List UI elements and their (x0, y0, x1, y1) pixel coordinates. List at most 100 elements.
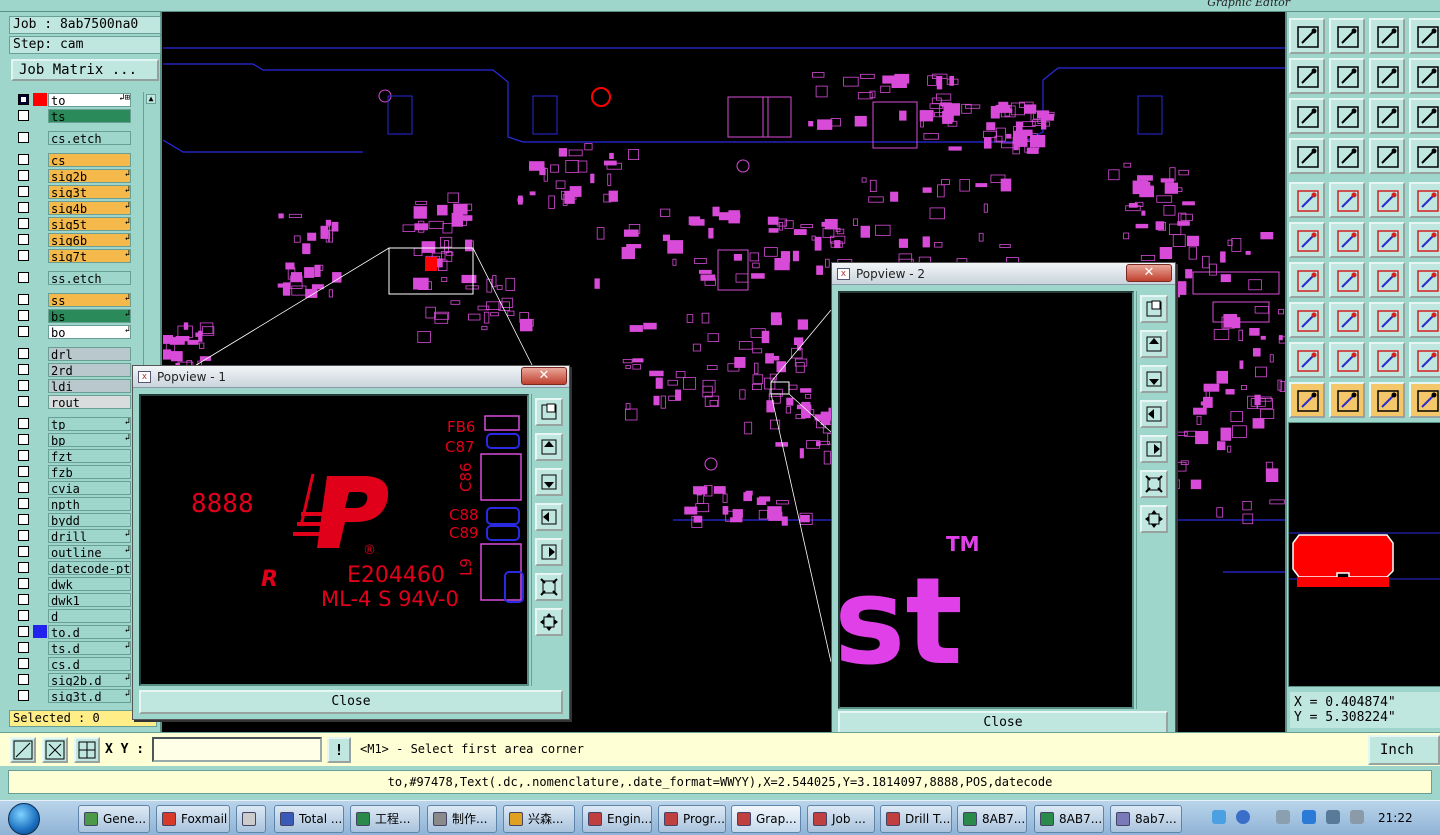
layer-row-dwk[interactable]: dwk (13, 576, 133, 591)
measure-icon[interactable] (42, 737, 68, 763)
layer-name[interactable]: sig4b (48, 201, 131, 215)
layer-name[interactable]: ss (48, 293, 131, 307)
layer-checkbox[interactable] (18, 498, 29, 509)
layer-name[interactable]: cvia (48, 481, 131, 495)
triangle-tool-icon[interactable] (1289, 342, 1325, 378)
layer-name[interactable]: npth (48, 497, 131, 511)
undo-tool-icon[interactable] (1369, 58, 1405, 94)
popview-1-canvas[interactable]: 8888 ® R E204460 ML-4 S 94V-0 FB6 C87 C8… (139, 394, 529, 686)
tray-arrow-icon[interactable] (1276, 810, 1290, 824)
layer-row-cvia[interactable]: cvia (13, 480, 133, 495)
layer-row-dwk1[interactable]: dwk1 (13, 592, 133, 607)
layer-name[interactable]: bs (48, 309, 131, 323)
layer-name[interactable]: ts (48, 109, 131, 123)
grid-tool-icon[interactable] (1329, 138, 1365, 174)
cross-tool-icon[interactable] (1329, 222, 1365, 258)
taskbar-button[interactable]: Grap... (731, 805, 801, 833)
pointer-tool-icon[interactable] (1289, 382, 1325, 418)
taskbar-button[interactable]: Drill T... (880, 805, 952, 833)
layer-checkbox[interactable] (18, 380, 29, 391)
layer-checkbox[interactable] (18, 202, 29, 213)
layer-row-fzt[interactable]: fzt (13, 448, 133, 463)
pad-tool-icon[interactable] (1289, 182, 1325, 218)
angle-tool-icon[interactable] (1289, 262, 1325, 298)
layer-name[interactable]: bydd (48, 513, 131, 527)
layer-name[interactable]: cs (48, 153, 131, 167)
layer-row-drl[interactable]: drl (13, 346, 133, 361)
circle-tool-icon[interactable] (1409, 182, 1440, 218)
layer-name[interactable]: sig5t (48, 217, 131, 231)
layer-name[interactable]: ss.etch (48, 271, 131, 285)
help-icon[interactable] (1236, 810, 1250, 824)
close-icon[interactable]: ✕ (1126, 264, 1172, 282)
select-tool-icon[interactable] (1329, 382, 1365, 418)
start-button[interactable] (8, 803, 40, 835)
taskbar-button[interactable]: 制作... (427, 805, 497, 833)
move-up-tool-icon[interactable] (1289, 18, 1325, 54)
layer-name[interactable]: tp (48, 417, 131, 431)
taskbar-button[interactable]: Gene... (78, 805, 150, 833)
layer-row-cs-d[interactable]: cs.d (13, 656, 133, 671)
display-icon[interactable] (1326, 810, 1340, 824)
net2-tool-icon[interactable] (1409, 138, 1440, 174)
layer-name[interactable]: sig6b (48, 233, 131, 247)
move-left-tool-icon[interactable] (1289, 58, 1325, 94)
layer-checkbox[interactable] (18, 348, 29, 359)
layer-name[interactable]: rout (48, 395, 131, 409)
taskbar-button[interactable]: 工程... (350, 805, 420, 833)
layer-checkbox[interactable] (18, 450, 29, 461)
pan-down-icon[interactable] (535, 468, 563, 496)
slash-tool-icon[interactable] (1329, 262, 1365, 298)
zoom-fit-icon[interactable] (535, 573, 563, 601)
taskbar-button[interactable]: Total ... (274, 805, 344, 833)
layer-name[interactable]: cs.d (48, 657, 131, 671)
layer-checkbox[interactable] (18, 690, 29, 701)
layer-checkbox[interactable] (18, 154, 29, 165)
redo-tool-icon[interactable] (1409, 58, 1440, 94)
layer-checkbox[interactable] (18, 626, 29, 637)
layer-row-bs[interactable]: bs ↲ (13, 308, 133, 323)
layer-checkbox[interactable] (18, 546, 29, 557)
move-right-tool-icon[interactable] (1329, 58, 1365, 94)
layer-row-cs-etch[interactable]: cs.etch (13, 130, 133, 145)
layer-row-sig7t[interactable]: sig7t ↲ (13, 248, 133, 263)
triangle4-tool-icon[interactable] (1409, 342, 1440, 378)
fit-tool-icon[interactable] (1289, 98, 1325, 134)
settings-tool-icon[interactable] (1289, 138, 1325, 174)
pan-left-icon[interactable] (1140, 400, 1168, 428)
net-tool-icon[interactable] (1369, 138, 1405, 174)
layer-checkbox[interactable] (18, 326, 29, 337)
layer-row-ts[interactable]: ts (13, 108, 133, 123)
layer-checkbox[interactable] (18, 594, 29, 605)
job-matrix-button[interactable]: Job Matrix ... (11, 59, 159, 81)
layer-name[interactable]: sig2b (48, 169, 131, 183)
join-tool-icon[interactable] (1409, 222, 1440, 258)
popview-2-canvas[interactable]: st TM (838, 291, 1134, 709)
layer-name[interactable]: d (48, 609, 131, 623)
layer-row-cs[interactable]: cs (13, 152, 133, 167)
volume-icon[interactable] (1350, 810, 1364, 824)
close-icon[interactable]: ✕ (521, 367, 567, 385)
layer-row-ts-d[interactable]: ts.d ↲ (13, 640, 133, 655)
units-dropdown[interactable]: Inch (1368, 735, 1440, 765)
taskbar-button[interactable]: Progr... (658, 805, 726, 833)
network-icon[interactable] (1212, 810, 1226, 824)
layer-name[interactable]: dwk1 (48, 593, 131, 607)
layer-checkbox[interactable] (18, 418, 29, 429)
layer-name[interactable]: to.d (48, 625, 131, 639)
layer-row-sig3t[interactable]: sig3t ↲ (13, 184, 133, 199)
connect-tool-icon[interactable] (1409, 382, 1440, 418)
layer-checkbox[interactable] (18, 234, 29, 245)
layer-name[interactable]: bo (48, 325, 131, 339)
layer-name[interactable]: sig7t (48, 249, 131, 263)
arc-tool-icon[interactable] (1369, 262, 1405, 298)
minus-tool-icon[interactable] (1329, 302, 1365, 338)
layer-row-npth[interactable]: npth (13, 496, 133, 511)
layer-checkbox[interactable] (18, 562, 29, 573)
layer-row-sig4b[interactable]: sig4b ↲ (13, 200, 133, 215)
layer-row-2rd[interactable]: 2rd (13, 362, 133, 377)
scale-1-2-tool-icon[interactable] (1369, 98, 1405, 134)
popview-1-close-button[interactable]: Close (139, 690, 563, 714)
layer-checkbox[interactable] (18, 186, 29, 197)
layer-row-sig6b[interactable]: sig6b ↲ (13, 232, 133, 247)
